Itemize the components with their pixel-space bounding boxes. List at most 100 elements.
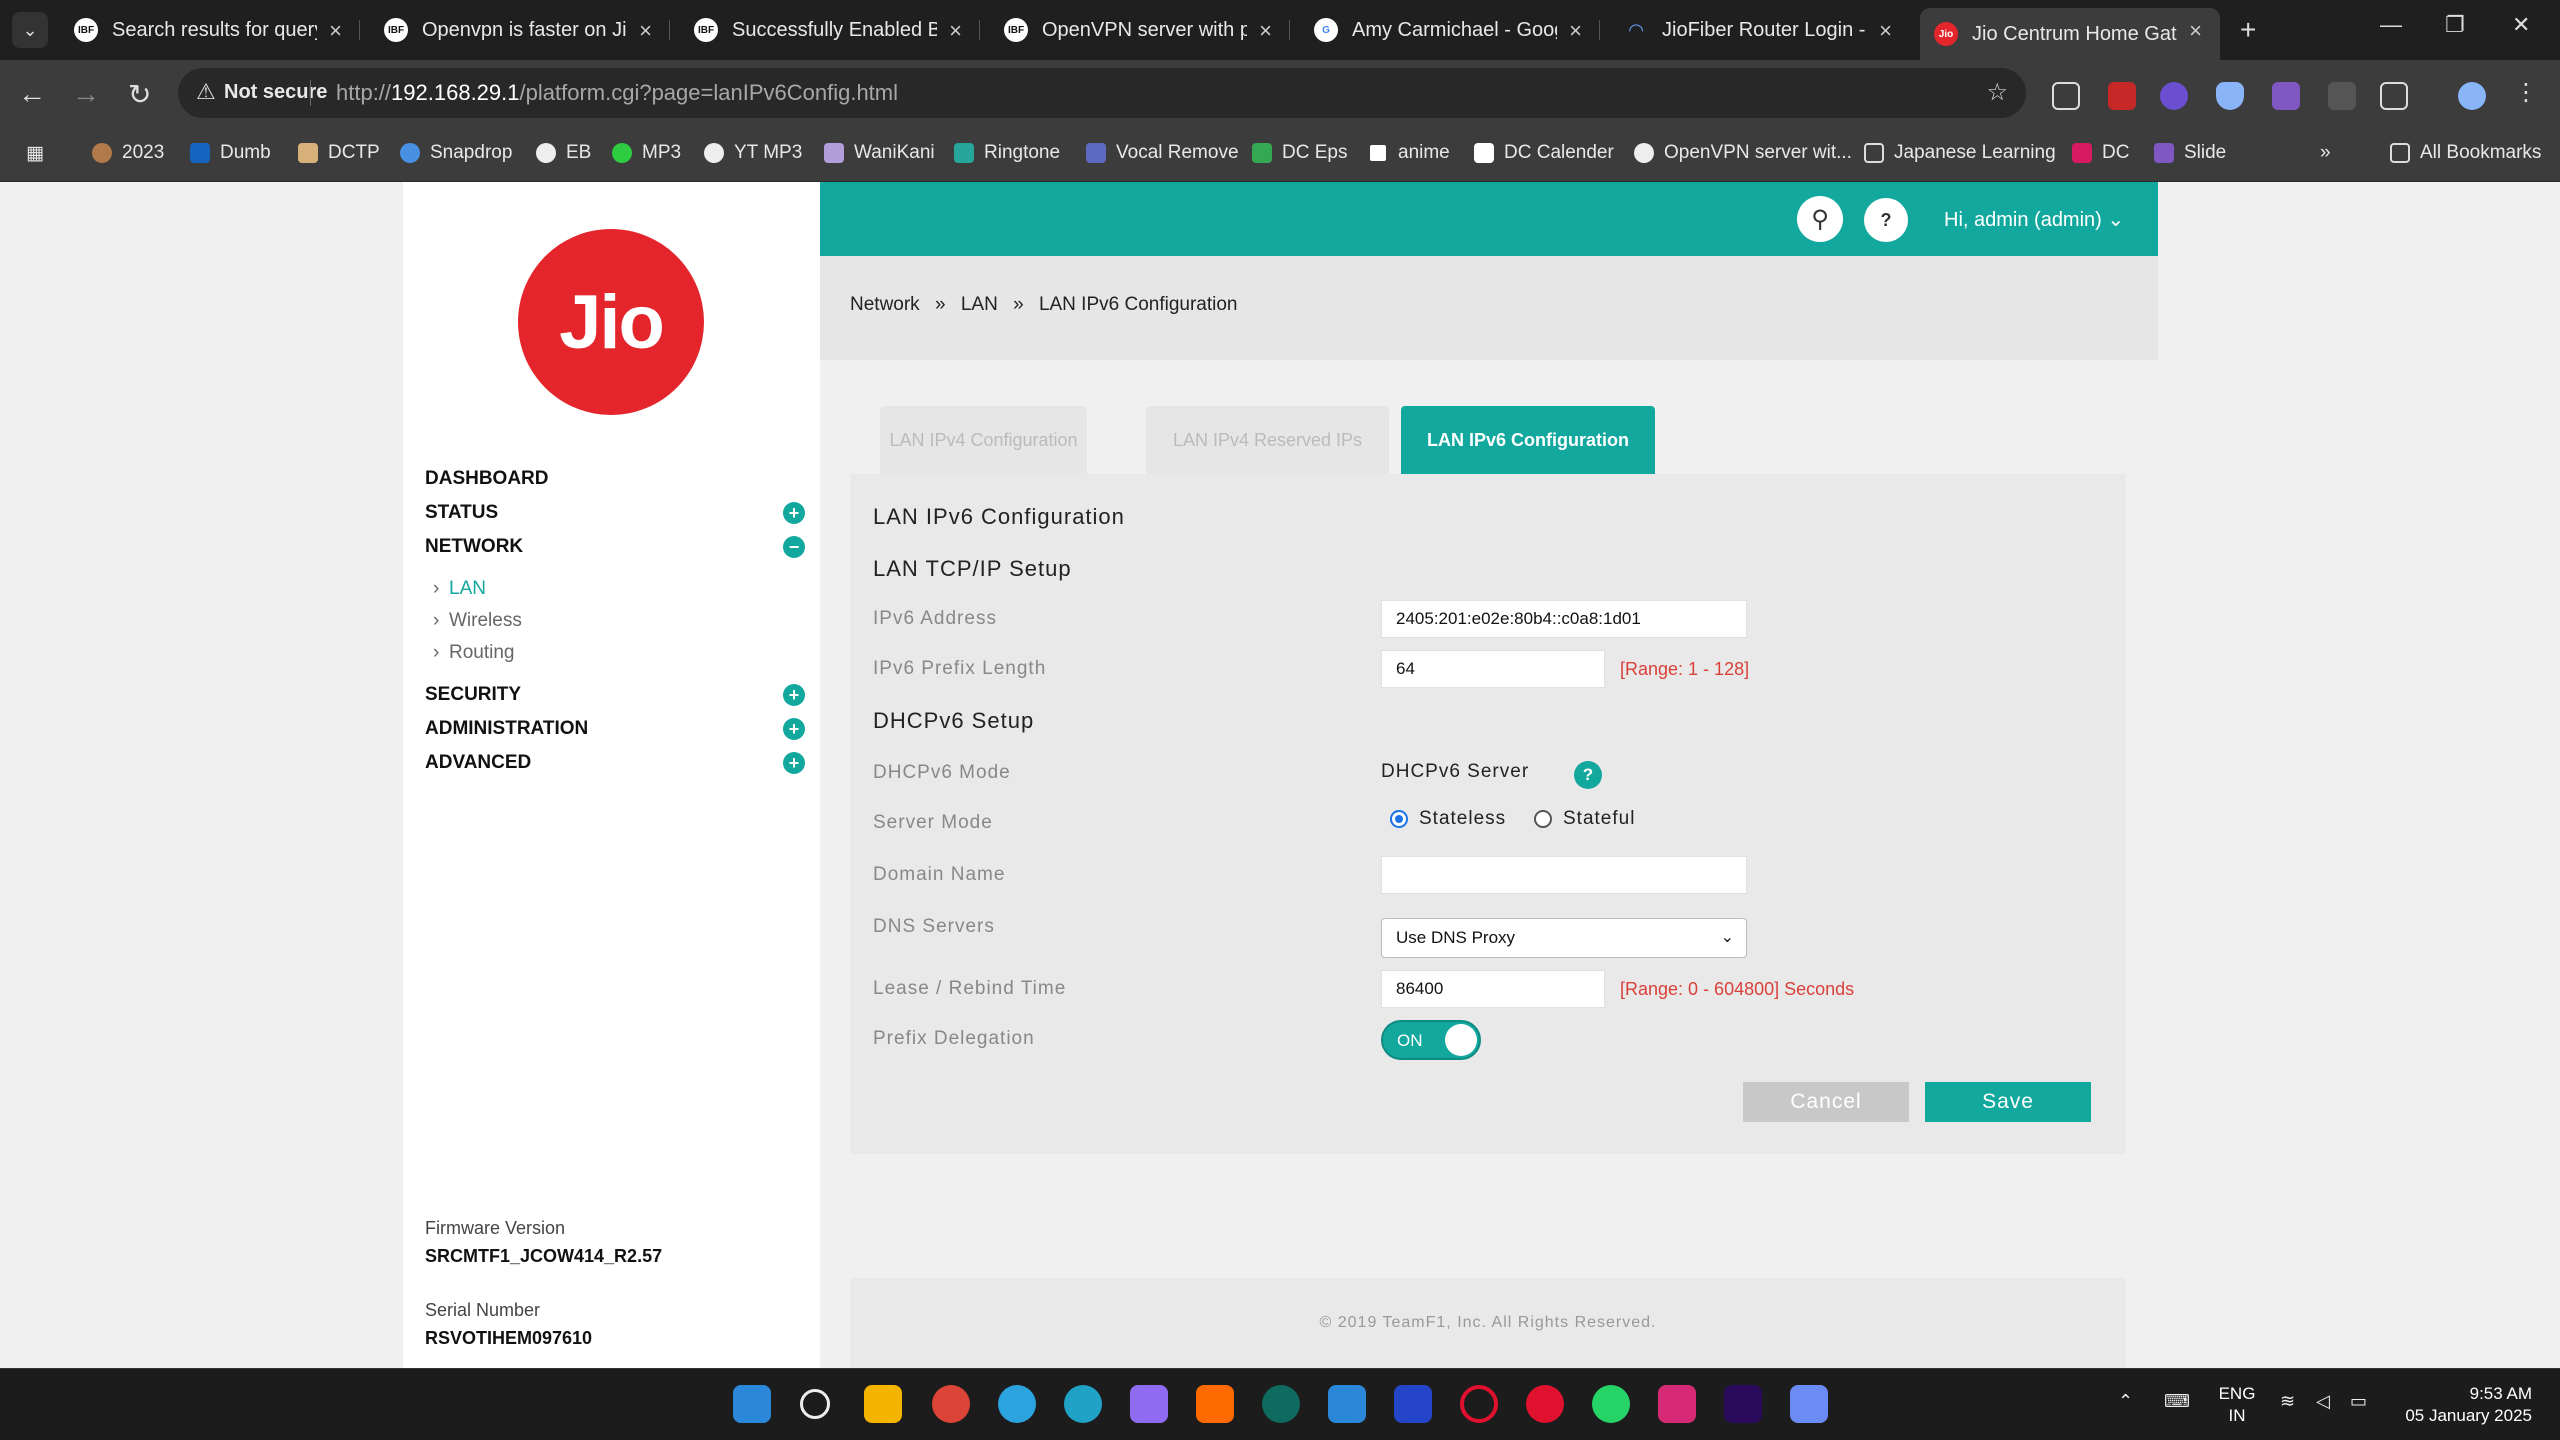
profile-avatar[interactable] (2458, 82, 2486, 110)
collapse-minus-icon[interactable]: − (783, 536, 805, 558)
help-icon[interactable]: ? (1864, 198, 1908, 242)
bookmark-folder[interactable]: Japanese Learning (1864, 142, 2056, 164)
browser-tab[interactable]: IBF Openvpn is faster on JioFi × (370, 8, 670, 52)
browser-tab[interactable]: IBF OpenVPN server with por × (990, 8, 1290, 52)
chrome-icon[interactable] (932, 1385, 970, 1423)
app-icon[interactable] (1262, 1385, 1300, 1423)
search-icon[interactable]: ⚲ (1797, 196, 1843, 242)
app-icon[interactable] (1130, 1385, 1168, 1423)
extension-badge-icon[interactable] (2108, 82, 2136, 110)
language-indicator[interactable]: ENG IN (2215, 1383, 2259, 1427)
address-bar[interactable]: ⚠ Not secure http://192.168.29.1/platfor… (178, 68, 2026, 118)
extensions-puzzle-icon[interactable] (2380, 82, 2408, 110)
whatsapp-icon[interactable] (1592, 1385, 1630, 1423)
shield-icon[interactable] (2216, 82, 2244, 110)
url-text[interactable]: http://192.168.29.1/platform.cgi?page=la… (336, 80, 898, 106)
bookmark-item[interactable]: MP3 (612, 142, 681, 164)
bookmark-item[interactable]: Dumb (190, 142, 271, 164)
apps-grid-icon[interactable]: ▦ (26, 142, 44, 165)
bookmark-item[interactable]: YT MP3 (704, 142, 802, 164)
minimize-icon[interactable]: — (2380, 12, 2402, 38)
instagram-icon[interactable] (1658, 1385, 1696, 1423)
dns-servers-select[interactable]: Use DNS Proxy ⌄ (1381, 918, 1747, 958)
extension-icon[interactable] (2272, 82, 2300, 110)
bookmark-item[interactable]: Ringtone (954, 142, 1060, 164)
opera-gx-icon[interactable] (1460, 1385, 1498, 1423)
bookmark-star-icon[interactable]: ☆ (1986, 78, 2008, 107)
app-l-icon[interactable] (1394, 1385, 1432, 1423)
tab-lan-ipv4-configuration[interactable]: LAN IPv4 Configuration (880, 406, 1087, 474)
help-question-icon[interactable]: ? (1574, 761, 1602, 789)
opera-icon[interactable] (1526, 1385, 1564, 1423)
bookmark-item[interactable]: EB (536, 142, 591, 164)
cancel-button[interactable]: Cancel (1743, 1082, 1909, 1122)
bookmark-item[interactable]: OpenVPN server wit... (1634, 142, 1852, 164)
menu-security[interactable]: SECURITY (425, 684, 521, 706)
prefix-delegation-toggle[interactable]: ON (1381, 1020, 1481, 1060)
bookmark-item[interactable]: Vocal Remove (1086, 142, 1239, 164)
copilot-icon[interactable] (1790, 1385, 1828, 1423)
reading-mode-icon[interactable] (2052, 82, 2080, 110)
stateful-radio[interactable] (1534, 810, 1552, 828)
submenu-wireless[interactable]: › Wireless (433, 610, 522, 632)
xiaomi-icon[interactable] (1196, 1385, 1234, 1423)
forward-arrow-icon[interactable]: → (72, 78, 100, 110)
stateful-label[interactable]: Stateful (1563, 808, 1635, 830)
back-arrow-icon[interactable]: ← (18, 78, 46, 110)
browser-tab[interactable]: G Amy Carmichael - Google × (1300, 8, 1600, 52)
breadcrumb-network[interactable]: Network (850, 294, 920, 315)
menu-dashboard[interactable]: DASHBOARD (425, 468, 549, 490)
menu-network[interactable]: NETWORK (425, 536, 523, 558)
extension-icon[interactable] (2328, 82, 2356, 110)
bookmark-item[interactable]: WaniKani (824, 142, 935, 164)
restore-icon[interactable]: ❐ (2445, 12, 2465, 38)
ipv6-prefix-length-input[interactable]: 64 (1381, 650, 1605, 688)
edge-icon[interactable] (1064, 1385, 1102, 1423)
bookmark-item[interactable]: DC Calender (1474, 142, 1614, 164)
close-tab-icon[interactable]: × (329, 18, 342, 44)
extension-icon[interactable] (2160, 82, 2188, 110)
submenu-routing[interactable]: › Routing (433, 642, 515, 664)
wifi-icon[interactable]: ≋ (2280, 1391, 2295, 1412)
close-tab-icon[interactable]: × (949, 18, 962, 44)
browser-tab[interactable]: IBF Successfully Enabled Bridg × (680, 8, 980, 52)
bookmark-item[interactable]: 2023 (92, 142, 164, 164)
expand-plus-icon[interactable]: + (783, 718, 805, 740)
browser-tab[interactable]: ◠ JioFiber Router Login - 19 × (1610, 8, 1910, 52)
notepad-icon[interactable] (1328, 1385, 1366, 1423)
bookmark-item[interactable]: DCTP (298, 142, 380, 164)
domain-name-input[interactable] (1381, 856, 1747, 894)
bookmark-item[interactable]: anime (1368, 142, 1450, 164)
breadcrumb-lan[interactable]: LAN (961, 294, 998, 315)
bookmark-item[interactable]: Slide (2154, 142, 2226, 164)
windows-start-icon[interactable] (733, 1385, 771, 1423)
close-tab-icon[interactable]: × (639, 18, 652, 44)
more-menu-icon[interactable]: ⋮ (2514, 78, 2538, 107)
menu-status[interactable]: STATUS (425, 502, 498, 524)
bookmarks-overflow-icon[interactable]: » (2320, 142, 2331, 164)
browser-tab-active[interactable]: Jio Jio Centrum Home Gatew × (1920, 8, 2220, 60)
close-tab-icon[interactable]: × (1259, 18, 1272, 44)
tab-lan-ipv4-reserved-ips[interactable]: LAN IPv4 Reserved IPs (1146, 406, 1389, 474)
clock[interactable]: 9:53 AM 05 January 2025 (2400, 1383, 2532, 1427)
chevron-up-icon[interactable]: ⌃ (2118, 1391, 2133, 1412)
search-icon[interactable] (800, 1389, 830, 1419)
file-explorer-icon[interactable] (864, 1385, 902, 1423)
expand-plus-icon[interactable]: + (783, 502, 805, 524)
volume-icon[interactable]: ◁ (2316, 1391, 2330, 1412)
battery-icon[interactable]: ▭ (2350, 1391, 2367, 1412)
not-secure-label[interactable]: Not secure (224, 81, 327, 104)
menu-administration[interactable]: ADMINISTRATION (425, 718, 588, 740)
expand-plus-icon[interactable]: + (783, 684, 805, 706)
bookmark-item[interactable]: DC (2072, 142, 2129, 164)
lease-rebind-time-input[interactable]: 86400 (1381, 970, 1605, 1008)
new-tab-plus-icon[interactable]: + (2240, 14, 2256, 46)
browser-tab[interactable]: IBF Search results for query: o × (60, 8, 360, 52)
close-tab-icon[interactable]: × (1569, 18, 1582, 44)
close-tab-icon[interactable]: × (2189, 18, 2202, 44)
bookmark-item[interactable]: Snapdrop (400, 142, 512, 164)
save-button[interactable]: Save (1925, 1082, 2091, 1122)
bookmark-item[interactable]: DC Eps (1252, 142, 1347, 164)
close-window-icon[interactable]: ✕ (2512, 12, 2530, 38)
tab-lan-ipv6-configuration[interactable]: LAN IPv6 Configuration (1401, 406, 1655, 474)
